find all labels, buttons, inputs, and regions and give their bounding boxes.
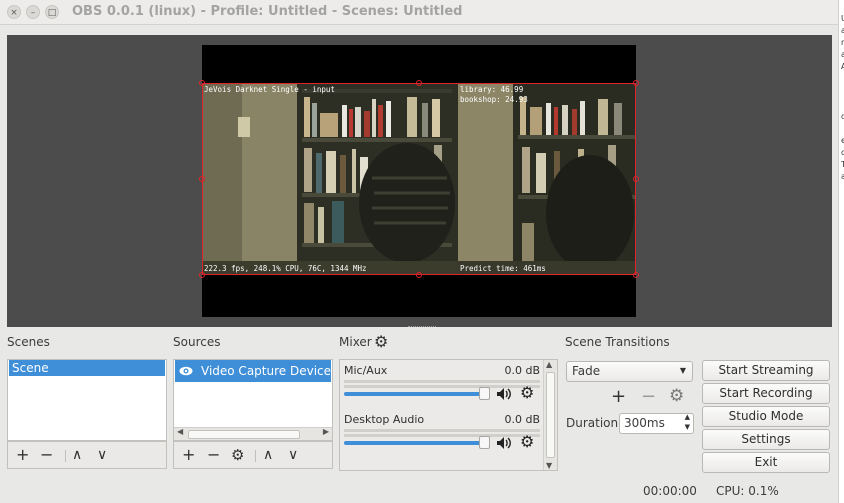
source-item-label: Video Capture Device (V	[201, 364, 331, 378]
preview-canvas[interactable]: JeVois Darknet Single - input 222.3 fps,…	[199, 45, 639, 317]
resize-handle-top-left[interactable]	[199, 80, 205, 86]
mixer-dock-title: Mixer	[339, 335, 372, 349]
chevron-down-icon: ▼	[679, 366, 686, 375]
sources-list[interactable]: Video Capture Device (V ◀ ▶	[173, 359, 333, 441]
volume-slider-track[interactable]	[344, 392, 484, 396]
transition-properties-gear-icon[interactable]: ⚙	[669, 386, 684, 406]
transitions-dock-title: Scene Transitions	[565, 335, 670, 349]
resize-handle-right[interactable]	[633, 176, 639, 182]
resize-handle-bottom-right[interactable]	[633, 272, 639, 278]
channel-settings-gear-icon[interactable]: ⚙	[520, 432, 534, 451]
mixer-channel-name: Desktop Audio	[344, 413, 425, 426]
volume-slider-handle[interactable]	[479, 436, 490, 449]
speaker-icon[interactable]	[496, 436, 512, 453]
resize-handle-left[interactable]	[199, 176, 205, 182]
sources-scrollbar-thumb[interactable]	[188, 430, 300, 439]
mixer-vertical-scrollbar[interactable]: ▲ ▼	[543, 360, 557, 470]
speaker-icon[interactable]	[496, 387, 512, 404]
preview-area[interactable]: JeVois Darknet Single - input 222.3 fps,…	[7, 35, 832, 327]
toolbar-separator	[255, 450, 256, 462]
remove-source-button[interactable]: −	[207, 446, 220, 464]
increment-arrow-icon[interactable]: ▲	[685, 413, 690, 421]
close-window-button[interactable]: ×	[7, 5, 21, 19]
source-selection-box[interactable]	[202, 83, 636, 275]
stream-time-readout: 00:00:00	[643, 484, 697, 498]
transition-select-value: Fade	[572, 364, 601, 378]
mixer-scrollbar-thumb[interactable]	[546, 372, 555, 458]
start-recording-button[interactable]: Start Recording	[702, 383, 830, 404]
resize-handle-bottom[interactable]	[416, 272, 422, 278]
scenes-list[interactable]: Scene	[7, 359, 167, 441]
minimize-window-button[interactable]: –	[26, 5, 40, 19]
scenes-dock-title: Scenes	[7, 335, 50, 349]
mixer-channel-db: 0.0 dB	[504, 413, 540, 426]
studio-mode-button[interactable]: Studio Mode	[702, 406, 830, 427]
resize-handle-bottom-left[interactable]	[199, 272, 205, 278]
scroll-down-arrow-icon[interactable]: ▼	[546, 461, 552, 470]
mixer-channel-name: Mic/Aux	[344, 364, 388, 377]
scroll-right-arrow-icon[interactable]: ▶	[323, 427, 329, 436]
volume-slider-handle[interactable]	[479, 387, 490, 400]
channel-settings-gear-icon[interactable]: ⚙	[520, 383, 534, 402]
add-scene-button[interactable]: +	[16, 446, 29, 464]
move-source-down-button[interactable]: ∨	[288, 446, 298, 464]
eye-icon[interactable]	[179, 361, 195, 383]
move-scene-down-button[interactable]: ∨	[97, 446, 107, 464]
duration-spinbox[interactable]: 300ms ▲ ▼	[619, 413, 694, 434]
mixer-settings-gear-icon[interactable]: ⚙	[374, 332, 388, 351]
mixer-panel: Mic/Aux 0.0 dB ⚙ Desktop Audio 0.0 dB ⚙ …	[339, 359, 558, 471]
window-title: OBS 0.0.1 (linux) - Profile: Untitled - …	[72, 4, 463, 19]
sources-dock-title: Sources	[173, 335, 221, 349]
volume-slider-track[interactable]	[344, 441, 484, 445]
scroll-left-arrow-icon[interactable]: ◀	[177, 427, 183, 436]
move-source-up-button[interactable]: ∧	[263, 446, 273, 464]
maximize-window-button[interactable]: □	[45, 5, 59, 19]
add-transition-button[interactable]: +	[611, 386, 626, 407]
sources-toolbar: + − ⚙ ∧ ∨	[173, 441, 333, 469]
volume-meter	[344, 380, 540, 383]
sources-horizontal-scrollbar[interactable]: ◀ ▶	[174, 427, 332, 440]
resize-handle-top-right[interactable]	[633, 80, 639, 86]
remove-scene-button[interactable]: −	[40, 446, 53, 464]
source-list-item[interactable]: Video Capture Device (V	[175, 360, 331, 382]
source-properties-gear-icon[interactable]: ⚙	[231, 446, 244, 464]
mixer-channel-db: 0.0 dB	[504, 364, 540, 377]
scenes-toolbar: + − ∧ ∨	[7, 441, 167, 469]
scene-list-item[interactable]: Scene	[9, 360, 165, 376]
background-window-edge: U a n a A d e c T a	[838, 0, 844, 503]
volume-meter	[344, 429, 540, 432]
toolbar-separator	[65, 450, 66, 462]
add-source-button[interactable]: +	[182, 446, 195, 464]
remove-transition-button[interactable]: −	[641, 386, 656, 407]
resize-handle-top[interactable]	[416, 80, 422, 86]
exit-button[interactable]: Exit	[702, 452, 830, 473]
settings-button[interactable]: Settings	[702, 429, 830, 450]
transition-select[interactable]: Fade ▼	[566, 361, 693, 382]
decrement-arrow-icon[interactable]: ▼	[685, 423, 690, 431]
duration-value: 300ms	[624, 416, 665, 430]
title-bar: × – □ OBS 0.0.1 (linux) - Profile: Untit…	[0, 0, 838, 25]
dock-splitter-handle[interactable]	[408, 326, 436, 330]
scroll-up-arrow-icon[interactable]: ▲	[546, 360, 552, 369]
move-scene-up-button[interactable]: ∧	[72, 446, 82, 464]
status-bar: 00:00:00 CPU: 0.1%	[0, 478, 838, 503]
start-streaming-button[interactable]: Start Streaming	[702, 360, 830, 381]
cpu-usage-readout: CPU: 0.1%	[716, 484, 779, 498]
duration-label: Duration	[566, 416, 619, 430]
